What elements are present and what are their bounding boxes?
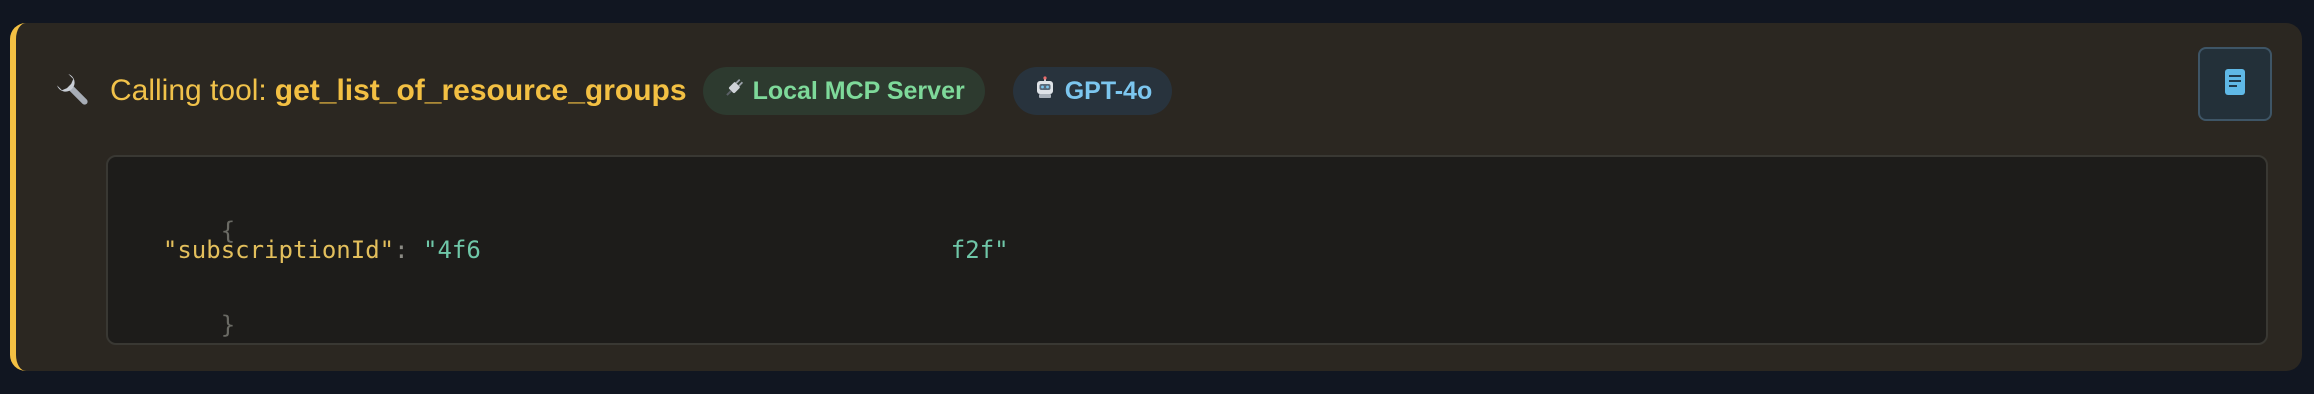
model-badge: GPT-4o — [1012, 67, 1173, 115]
tool-call-card: Calling tool: get_list_of_resource_group… — [10, 23, 2302, 371]
robot-icon — [1033, 75, 1057, 107]
arguments-code-block: { "subscriptionId": "4f6 f2f" } — [106, 155, 2268, 345]
model-badge-label: GPT-4o — [1064, 76, 1153, 105]
json-colon: : — [394, 236, 423, 264]
tool-call-header: Calling tool: get_list_of_resource_group… — [54, 63, 1200, 119]
json-value-end: f2f" — [950, 236, 1009, 264]
redacted-region — [480, 237, 951, 265]
wrench-icon — [54, 71, 94, 111]
code-line-subscription: "subscriptionId": "4f6 f2f" — [134, 236, 1009, 265]
code-line-close: } — [134, 283, 235, 367]
calling-tool-label: Calling tool: — [110, 74, 267, 107]
close-brace: } — [220, 311, 236, 339]
clipboard-icon — [2224, 68, 2246, 101]
plug-icon — [723, 77, 745, 106]
copy-button[interactable] — [2198, 47, 2272, 121]
json-key: "subscriptionId" — [162, 236, 395, 264]
server-badge: Local MCP Server — [702, 67, 985, 115]
json-value-start: "4f6 — [423, 236, 481, 264]
tool-name: get_list_of_resource_groups — [274, 74, 687, 107]
server-badge-label: Local MCP Server — [752, 76, 965, 105]
